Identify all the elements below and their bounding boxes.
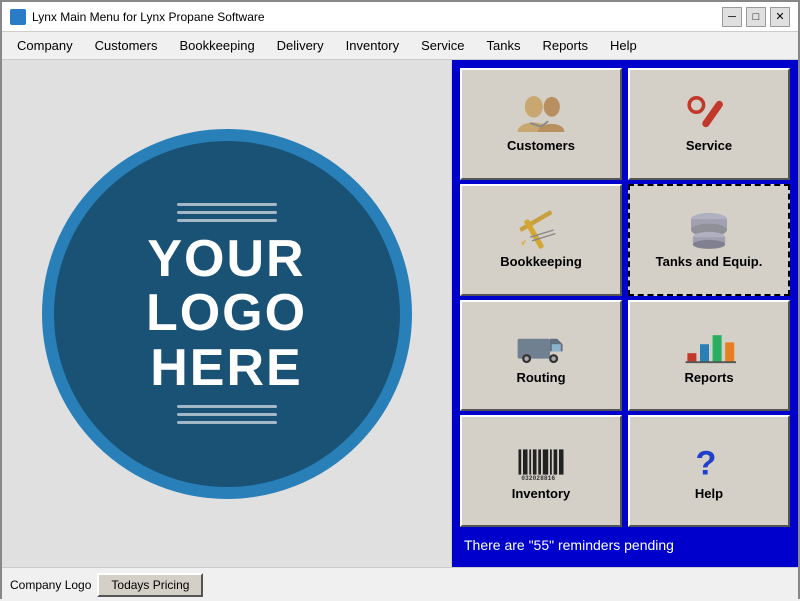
- service-icon: [681, 94, 737, 134]
- help-icon-svg: ?: [682, 442, 736, 482]
- maximize-button[interactable]: □: [746, 7, 766, 27]
- bottom-bar: Company Logo Todays Pricing: [2, 567, 798, 601]
- reminder-text: There are "55" reminders pending: [460, 531, 790, 559]
- grid-row-3: Routing Reports: [460, 300, 790, 412]
- logo-line-6: [177, 421, 277, 424]
- svg-text:?: ?: [696, 444, 717, 481]
- reports-button[interactable]: Reports: [628, 300, 790, 412]
- logo-line-4: [177, 405, 277, 408]
- help-icon: ?: [681, 442, 737, 482]
- tanks-button[interactable]: Tanks and Equip.: [628, 184, 790, 296]
- grid-row-1: Customers Service: [460, 68, 790, 180]
- tanks-icon: [681, 210, 737, 250]
- logo-line-3: [177, 219, 277, 222]
- logo-line-here: HERE: [146, 341, 307, 396]
- close-button[interactable]: ✕: [770, 7, 790, 27]
- menu-company[interactable]: Company: [6, 33, 84, 58]
- help-label: Help: [695, 486, 723, 501]
- service-label: Service: [686, 138, 732, 153]
- right-panel: Customers Service: [452, 60, 798, 567]
- logo-line-logo: LOGO: [146, 286, 307, 341]
- tanks-label: Tanks and Equip.: [656, 254, 763, 269]
- window-title: Lynx Main Menu for Lynx Propane Software: [32, 10, 265, 24]
- todays-pricing-button[interactable]: Todays Pricing: [97, 573, 203, 597]
- svg-text:032028816: 032028816: [521, 475, 555, 482]
- customers-icon: [513, 94, 569, 134]
- reports-label: Reports: [684, 370, 733, 385]
- logo-line-2: [177, 211, 277, 214]
- service-button[interactable]: Service: [628, 68, 790, 180]
- reports-icon-svg: [682, 326, 736, 366]
- routing-icon: [513, 326, 569, 366]
- bookkeeping-label: Bookkeeping: [500, 254, 582, 269]
- logo-line-5: [177, 413, 277, 416]
- menu-service[interactable]: Service: [410, 33, 475, 58]
- menu-inventory[interactable]: Inventory: [335, 33, 410, 58]
- inventory-label: Inventory: [512, 486, 571, 501]
- routing-icon-svg: [514, 326, 568, 366]
- inventory-button[interactable]: 032028816 Inventory: [460, 415, 622, 527]
- left-panel: YOUR LOGO HERE: [2, 60, 452, 567]
- inventory-icon-svg: 032028816: [514, 442, 568, 482]
- routing-label: Routing: [516, 370, 565, 385]
- routing-button[interactable]: Routing: [460, 300, 622, 412]
- company-logo-label: Company Logo: [10, 578, 91, 592]
- title-bar-controls[interactable]: ─ □ ✕: [722, 7, 790, 27]
- menu-reports[interactable]: Reports: [531, 33, 599, 58]
- menu-bar: Company Customers Bookkeeping Delivery I…: [2, 32, 798, 60]
- logo-lines-top: [177, 203, 277, 222]
- menu-help[interactable]: Help: [599, 33, 648, 58]
- main-content: YOUR LOGO HERE: [2, 60, 798, 567]
- tanks-icon-svg: [682, 210, 736, 250]
- grid-row-4: 032028816 Inventory ? Help: [460, 415, 790, 527]
- menu-delivery[interactable]: Delivery: [266, 33, 335, 58]
- title-bar: Lynx Main Menu for Lynx Propane Software…: [2, 2, 798, 32]
- logo-lines-bottom: [177, 405, 277, 424]
- logo-line-1: [177, 203, 277, 206]
- grid-row-2: Bookkeeping Tanks and Equip.: [460, 184, 790, 296]
- menu-bookkeeping[interactable]: Bookkeeping: [169, 33, 266, 58]
- app-icon: [10, 9, 26, 25]
- inventory-icon: 032028816: [513, 442, 569, 482]
- help-button[interactable]: ? Help: [628, 415, 790, 527]
- menu-tanks[interactable]: Tanks: [475, 33, 531, 58]
- bookkeeping-icon-svg: [514, 210, 568, 250]
- bookkeeping-button[interactable]: Bookkeeping: [460, 184, 622, 296]
- menu-customers[interactable]: Customers: [84, 33, 169, 58]
- reports-icon: [681, 326, 737, 366]
- logo-container: YOUR LOGO HERE: [42, 129, 412, 499]
- customers-button[interactable]: Customers: [460, 68, 622, 180]
- customers-label: Customers: [507, 138, 575, 153]
- customers-icon-svg: [514, 94, 568, 134]
- service-icon-svg: [682, 94, 736, 134]
- logo-text: YOUR LOGO HERE: [146, 232, 307, 396]
- title-bar-left: Lynx Main Menu for Lynx Propane Software: [10, 9, 265, 25]
- bookkeeping-icon: [513, 210, 569, 250]
- logo-line-your: YOUR: [146, 232, 307, 287]
- minimize-button[interactable]: ─: [722, 7, 742, 27]
